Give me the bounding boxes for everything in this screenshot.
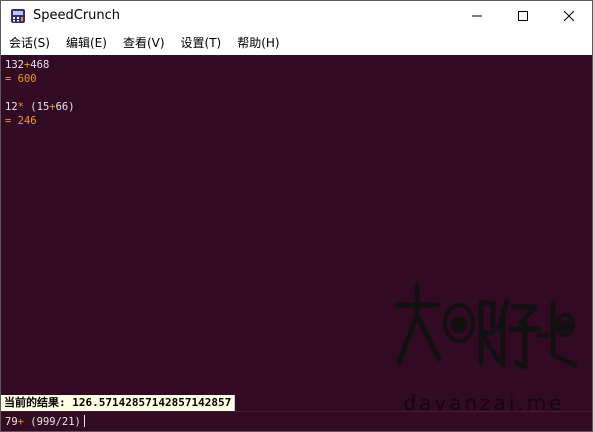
result-value: = 600 <box>5 73 37 85</box>
title-bar[interactable]: SpeedCrunch <box>1 1 592 31</box>
expr-operand: 12 <box>5 101 18 113</box>
expr-operand: 66) <box>55 101 75 113</box>
watermark-logo <box>394 282 578 370</box>
watermark: dayanzai.me <box>389 263 579 415</box>
expression-input[interactable]: 79+ (999/21) <box>1 411 592 431</box>
input-operand: 79 <box>5 416 18 428</box>
window-title: SpeedCrunch <box>33 8 121 23</box>
menu-edit[interactable]: 编辑(E) <box>58 32 114 54</box>
minimize-icon <box>472 15 482 17</box>
expr-operand: (15 <box>23 101 50 113</box>
maximize-button[interactable] <box>500 1 546 31</box>
input-operand: (999/21) <box>23 416 81 428</box>
menu-help[interactable]: 帮助(H) <box>229 32 286 54</box>
speedcrunch-app-icon <box>11 9 25 23</box>
maximize-icon <box>518 11 528 21</box>
menu-view[interactable]: 查看(V) <box>115 32 172 54</box>
expression-input-text[interactable]: 79+ (999/21) <box>5 415 85 429</box>
menu-settings[interactable]: 设置(T) <box>173 32 229 54</box>
minimize-button[interactable] <box>454 1 500 31</box>
current-result-label: 当前的结果: <box>4 396 73 409</box>
close-button[interactable] <box>546 1 592 31</box>
menu-session[interactable]: 会话(S) <box>1 32 57 54</box>
close-icon <box>564 11 574 21</box>
text-caret <box>83 415 85 427</box>
menu-bar: 会话(S) 编辑(E) 查看(V) 设置(T) 帮助(H) <box>1 31 592 55</box>
history-expression[interactable]: 12* (15+66) <box>5 100 75 114</box>
history-result[interactable]: = 600 <box>5 72 37 86</box>
current-result-value: 126.57142857142857142857 <box>72 396 232 409</box>
result-value: = 246 <box>5 115 37 127</box>
current-result-tooltip: 当前的结果: 126.57142857142857142857 <box>1 395 236 411</box>
expr-operand: 132 <box>5 59 24 71</box>
history-result[interactable]: = 246 <box>5 114 37 128</box>
history-expression[interactable]: 132+468 <box>5 58 49 72</box>
speedcrunch-window: SpeedCrunch 会话(S) 编辑(E) 查看(V) 设置(T) 帮助(H… <box>0 0 593 432</box>
expr-operand: 468 <box>30 59 50 71</box>
